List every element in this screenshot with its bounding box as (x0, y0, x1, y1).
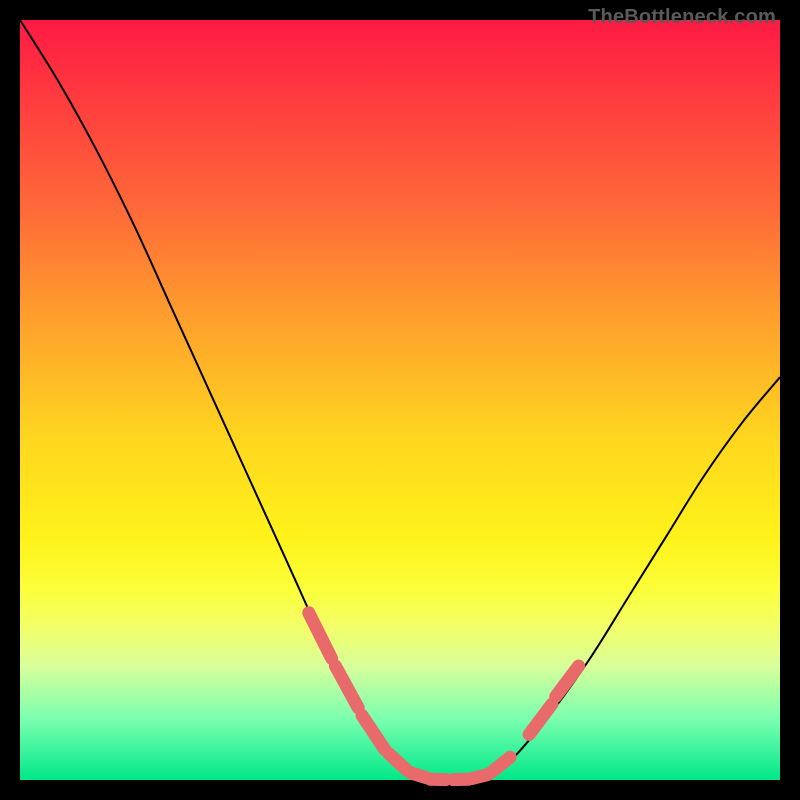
marker-segment (491, 757, 510, 772)
marker-segment (556, 666, 579, 696)
chart-area (20, 20, 780, 780)
left-curve (20, 20, 415, 776)
marker-segment (472, 775, 487, 779)
marker-segment (335, 666, 358, 708)
marker-segment (362, 715, 385, 749)
watermark-text: TheBottleneck.com (588, 6, 776, 29)
right-curve (491, 377, 780, 776)
marker-group (309, 613, 579, 780)
marker-segment (529, 704, 552, 734)
plot-svg (20, 20, 780, 780)
marker-segment (309, 613, 332, 659)
marker-segment (389, 753, 408, 770)
